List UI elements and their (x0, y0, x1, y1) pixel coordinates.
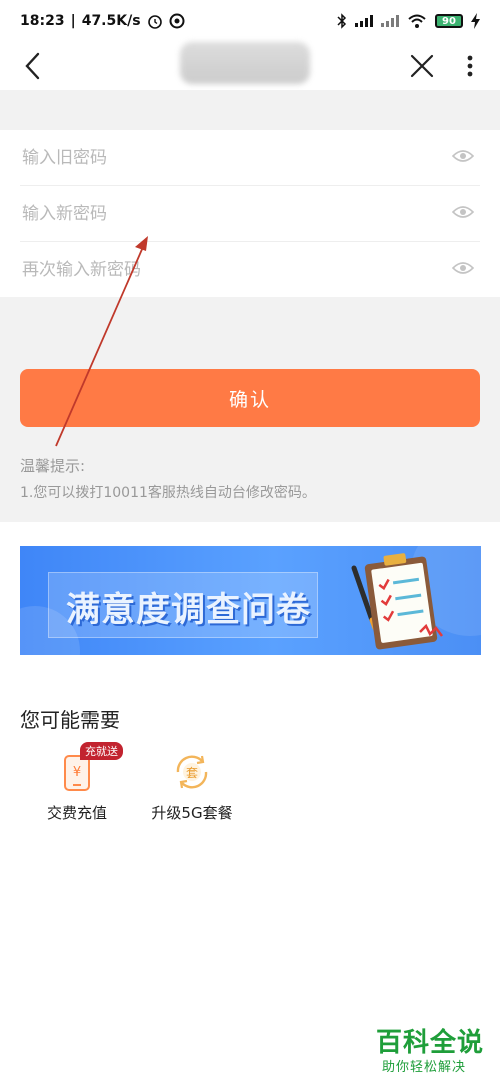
close-icon[interactable] (408, 50, 436, 82)
new-password-input[interactable] (20, 202, 404, 225)
old-password-row (20, 130, 480, 186)
status-bar: 18:23 | 47.5K/s 90 (0, 0, 500, 42)
confirm-button[interactable]: 确认 (20, 369, 480, 427)
nav-bar (0, 42, 500, 90)
eye-icon[interactable] (452, 148, 474, 164)
banner-text: 满意度调查问卷 (66, 590, 311, 630)
change-password-page: 18:23 | 47.5K/s 90 确认 温馨提示: 1.您可以拨打10011… (0, 0, 500, 1084)
cell-signal-icon (355, 15, 373, 27)
password-form (0, 130, 500, 297)
tip-line: 1.您可以拨打10011客服热线自动台修改密码。 (20, 485, 316, 501)
suggest-title: 您可能需要 (20, 708, 120, 732)
bluetooth-icon (337, 13, 347, 29)
suggest-item-5g-upgrade[interactable]: 套 升级5G套餐 (137, 752, 247, 832)
status-speed: 47.5K/s (81, 13, 141, 29)
wifi-icon (408, 14, 426, 28)
package-upgrade-icon: 套 (176, 755, 208, 789)
battery-indicator: 90 (435, 14, 463, 28)
repeat-password-input[interactable] (20, 258, 404, 281)
tip-title: 温馨提示: (20, 457, 86, 475)
watermark-subtitle: 助你轻松解决 (382, 1060, 467, 1075)
watermark-title: 百科全说 (376, 1028, 485, 1058)
chevron-left-icon[interactable] (20, 48, 50, 84)
suggest-item-label: 升级5G套餐 (151, 804, 233, 822)
svg-text:套: 套 (186, 766, 198, 780)
app-notification-icon (169, 13, 185, 29)
cell-signal-2-icon (381, 15, 399, 27)
more-vertical-icon[interactable] (460, 50, 480, 82)
svg-text:¥: ¥ (73, 765, 81, 780)
new-password-row (20, 186, 480, 242)
blurred-page-title (180, 42, 310, 84)
eye-icon[interactable] (452, 204, 474, 220)
suggest-item-recharge[interactable]: ¥ 充就送 交费充值 (22, 742, 132, 832)
clipboard-checklist-icon (351, 553, 443, 650)
suggest-item-label: 交费充值 (46, 804, 107, 822)
survey-banner[interactable]: 满意度调查问卷 (20, 546, 481, 655)
repeat-password-row (20, 242, 480, 297)
alarm-icon (147, 15, 162, 29)
charging-icon (471, 13, 480, 29)
separator-band (0, 90, 500, 130)
status-time: 18:23 (20, 13, 65, 29)
promo-badge: 充就送 (80, 742, 123, 760)
old-password-input[interactable] (20, 146, 404, 169)
eye-icon[interactable] (452, 260, 474, 276)
